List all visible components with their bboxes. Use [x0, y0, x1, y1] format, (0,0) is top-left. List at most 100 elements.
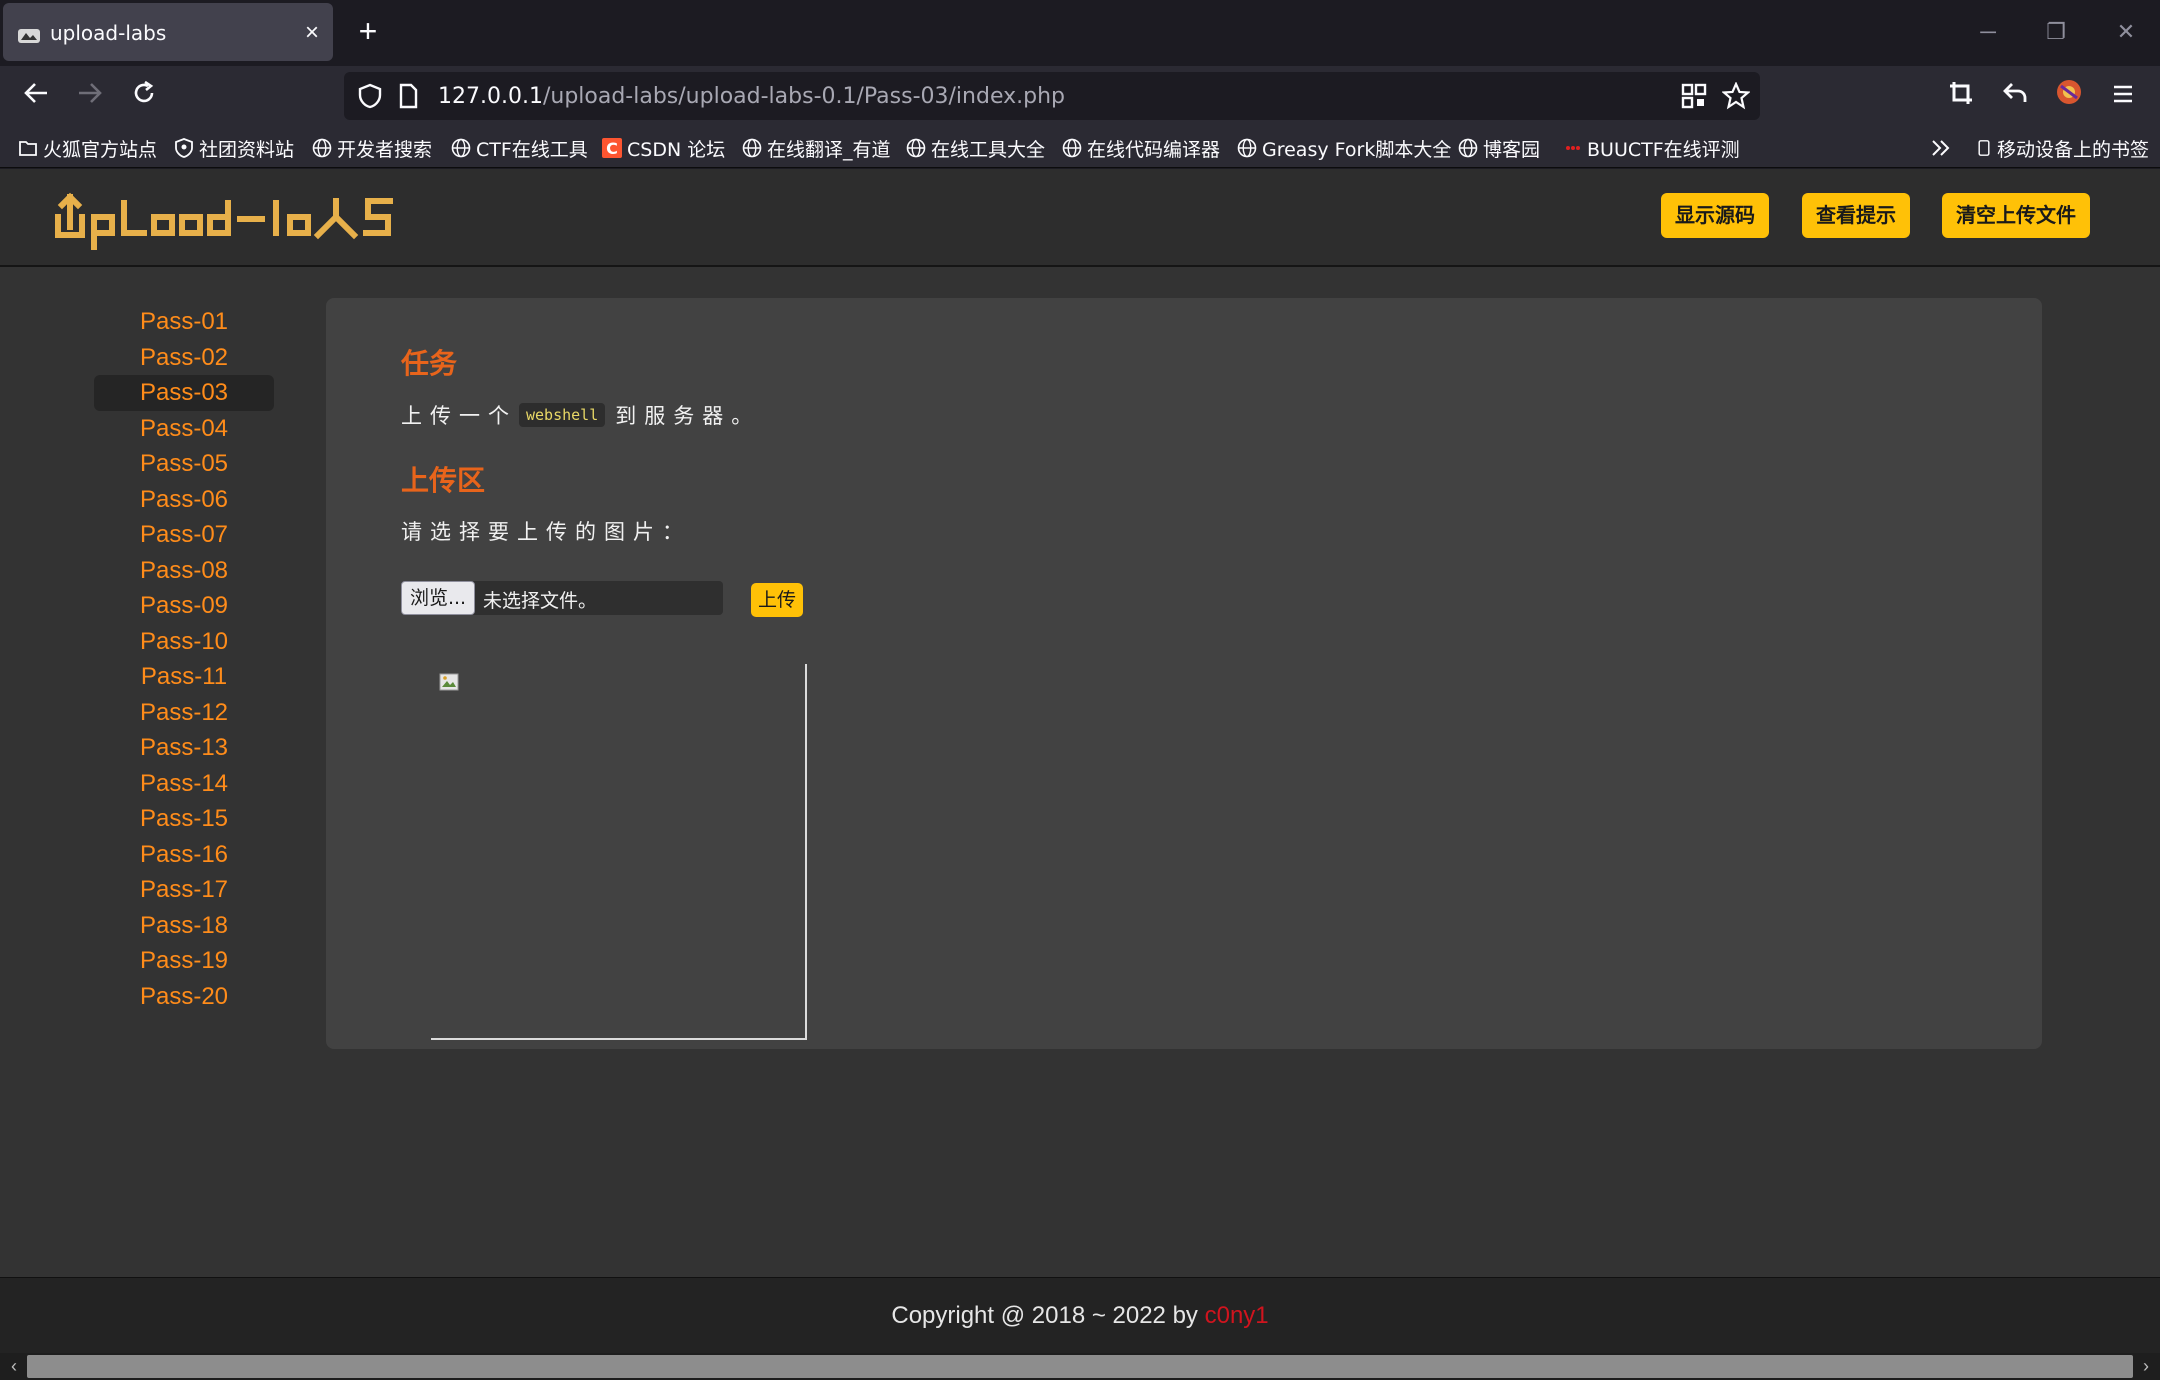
qr-code-icon[interactable]: [1680, 82, 1708, 110]
view-hint-button[interactable]: 查看提示: [1802, 193, 1910, 238]
shield-icon: [175, 138, 193, 158]
show-source-button[interactable]: 显示源码: [1661, 193, 1769, 238]
upload-labs-logo[interactable]: [50, 183, 400, 253]
globe-icon: [1237, 138, 1257, 158]
globe-icon: [742, 138, 762, 158]
task-text-before: 上传一个: [401, 404, 517, 428]
scroll-right-icon[interactable]: ›: [2134, 1355, 2158, 1378]
bookmark-item[interactable]: 火狐官方站点: [18, 134, 157, 162]
webshell-code: webshell: [519, 403, 606, 427]
svg-text:C: C: [606, 139, 618, 158]
task-description: 上传一个 webshell 到服务器。: [401, 400, 760, 430]
bookmark-item[interactable]: C CSDN 论坛: [602, 134, 725, 162]
clear-uploads-button[interactable]: 清空上传文件: [1942, 193, 2090, 238]
globe-icon: [1062, 138, 1082, 158]
task-text-after: 到服务器。: [615, 404, 761, 428]
copyright-text: Copyright @ 2018 ~ 2022 by c0ny1: [891, 1302, 1269, 1329]
scroll-left-icon[interactable]: ‹: [2, 1355, 26, 1378]
new-tab-button[interactable]: +: [352, 15, 384, 48]
bookmark-item[interactable]: CTF在线工具: [451, 134, 588, 162]
author-link[interactable]: c0ny1: [1205, 1302, 1269, 1329]
sidebar-item-pass-07[interactable]: Pass-07: [94, 517, 274, 553]
sidebar-item-pass-14[interactable]: Pass-14: [94, 766, 274, 802]
globe-icon: [451, 138, 471, 158]
sidebar-item-pass-08[interactable]: Pass-08: [94, 553, 274, 589]
sidebar-item-pass-05[interactable]: Pass-05: [94, 446, 274, 482]
sidebar-item-pass-04[interactable]: Pass-04: [94, 411, 274, 447]
back-arrow-icon: [24, 83, 47, 103]
sidebar-item-pass-15[interactable]: Pass-15: [94, 801, 274, 837]
bookmark-item[interactable]: 博客园: [1458, 134, 1540, 162]
upload-heading: 上传区: [401, 464, 486, 497]
broken-image-icon: [439, 673, 459, 691]
hamburger-menu-icon: [2114, 85, 2132, 103]
folder-icon: [19, 141, 37, 156]
browser-tab-strip: upload-labs × + ─ ❐ ✕: [0, 0, 2160, 66]
bookmarks-toolbar: 火狐官方站点 社团资料站 开发者搜索 CTF在线工具 C CSDN 论坛 在线翻…: [0, 126, 2160, 168]
reload-button[interactable]: [125, 78, 163, 116]
forward-arrow-icon: [79, 83, 102, 103]
sidebar-item-pass-20[interactable]: Pass-20: [94, 979, 274, 1015]
bookmark-item[interactable]: 社团资料站: [174, 134, 294, 162]
sidebar-item-pass-13[interactable]: Pass-13: [94, 730, 274, 766]
horizontal-scrollbar[interactable]: ‹ ›: [0, 1353, 2160, 1380]
file-input[interactable]: 浏览... 未选择文件。: [401, 581, 723, 615]
restore-icon[interactable]: ❐: [2040, 16, 2072, 48]
task-panel: 任务 上传一个 webshell 到服务器。 上传区 请选择要上传的图片： 浏览…: [326, 298, 2042, 1049]
sidebar-item-pass-17[interactable]: Pass-17: [94, 872, 274, 908]
url-text[interactable]: 127.0.0.1/upload-labs/upload-labs-0.1/Pa…: [438, 84, 1065, 109]
reload-icon: [134, 80, 154, 103]
site-header: 显示源码 查看提示 清空上传文件: [0, 169, 2160, 267]
bookmark-item[interactable]: 在线翻译_有道: [742, 134, 891, 162]
csdn-icon: C: [602, 138, 622, 158]
sidebar-item-pass-11[interactable]: Pass-11: [94, 659, 274, 695]
scrollbar-thumb[interactable]: [27, 1355, 2133, 1378]
sidebar-item-pass-01[interactable]: Pass-01: [94, 304, 274, 340]
sidebar-item-pass-10[interactable]: Pass-10: [94, 624, 274, 660]
window-close-icon[interactable]: ✕: [2110, 16, 2142, 48]
image-preview: [431, 664, 807, 1040]
site-footer: Copyright @ 2018 ~ 2022 by c0ny1: [0, 1277, 2160, 1353]
pass-sidebar: Pass-01 Pass-02 Pass-03 Pass-04 Pass-05 …: [94, 304, 274, 1014]
undo-close-tab-button[interactable]: [1996, 78, 2034, 116]
sidebar-item-pass-12[interactable]: Pass-12: [94, 695, 274, 731]
bookmark-star-icon[interactable]: [1722, 82, 1750, 110]
sidebar-item-pass-09[interactable]: Pass-09: [94, 588, 274, 624]
page-info-icon[interactable]: [394, 82, 422, 110]
tab-favicon-icon: [18, 29, 40, 43]
extension-button[interactable]: [2050, 78, 2088, 116]
back-button[interactable]: [17, 78, 55, 116]
screenshot-crop-button[interactable]: [1942, 78, 1980, 116]
browser-tab[interactable]: upload-labs ×: [3, 3, 333, 61]
crop-icon: [1950, 82, 1972, 104]
choose-image-label: 请选择要上传的图片：: [401, 520, 691, 544]
sidebar-item-pass-03[interactable]: Pass-03: [94, 375, 274, 411]
bookmark-item[interactable]: BUUCTF在线评测: [1562, 134, 1740, 162]
sidebar-item-pass-18[interactable]: Pass-18: [94, 908, 274, 944]
sidebar-item-pass-02[interactable]: Pass-02: [94, 340, 274, 376]
bookmark-item[interactable]: Greasy Fork脚本大全: [1237, 134, 1451, 162]
bookmark-item[interactable]: 开发者搜索: [312, 134, 432, 162]
browse-button[interactable]: 浏览...: [401, 581, 475, 615]
forward-button[interactable]: [71, 78, 109, 116]
globe-icon: [1458, 138, 1478, 158]
sidebar-item-pass-06[interactable]: Pass-06: [94, 482, 274, 518]
globe-icon: [312, 138, 332, 158]
bookmark-item[interactable]: 在线工具大全: [906, 134, 1045, 162]
address-bar[interactable]: 127.0.0.1/upload-labs/upload-labs-0.1/Pa…: [344, 72, 1760, 120]
task-heading: 任务: [401, 347, 458, 380]
no-file-selected-text: 未选择文件。: [483, 590, 598, 612]
mobile-bookmarks-folder[interactable]: 移动设备上的书签: [1976, 134, 2149, 162]
tracking-shield-icon[interactable]: [356, 82, 384, 110]
app-menu-button[interactable]: [2104, 78, 2142, 116]
bookmark-item[interactable]: 在线代码编译器: [1062, 134, 1220, 162]
mobile-device-icon: [1978, 140, 1990, 156]
minimize-icon[interactable]: ─: [1972, 16, 2004, 48]
bookmarks-overflow-button[interactable]: [1930, 134, 1957, 162]
sidebar-item-pass-19[interactable]: Pass-19: [94, 943, 274, 979]
extension-icon: [2057, 80, 2081, 104]
tab-close-icon[interactable]: ×: [298, 19, 326, 47]
upload-submit-button[interactable]: 上传: [751, 583, 803, 617]
web-page: 显示源码 查看提示 清空上传文件 Pass-01 Pass-02 Pass-03…: [0, 169, 2160, 1353]
sidebar-item-pass-16[interactable]: Pass-16: [94, 837, 274, 873]
